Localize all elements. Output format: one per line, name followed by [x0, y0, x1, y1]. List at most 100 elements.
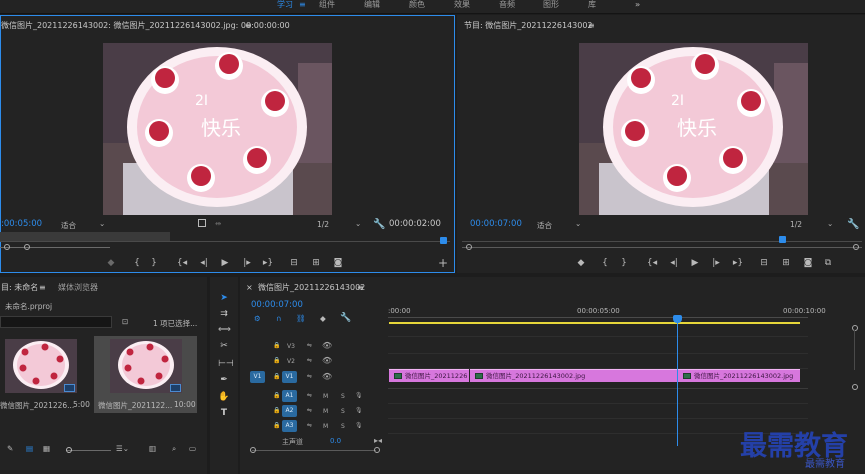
project-tab[interactable]: 目: 未命名 [1, 283, 38, 293]
track-lock-icon[interactable]: 🔒 [273, 342, 280, 349]
timeline-clip-1[interactable]: 微信图片_20211226 [389, 369, 469, 382]
selection-tool-icon[interactable]: ➤ [218, 292, 230, 304]
track-name-v3[interactable]: V3 [287, 343, 295, 350]
program-resolution-chevron-icon[interactable]: ⌄ [827, 219, 833, 228]
project-item-1-name[interactable]: 微信图片_2021226... [0, 400, 74, 411]
track-eye-icon[interactable]: 👁 [322, 372, 332, 381]
work-area-bar[interactable] [389, 322, 800, 324]
track-lock-icon[interactable]: 🔒 [273, 422, 280, 429]
slip-tool-icon[interactable]: ⊢⊣ [218, 358, 234, 370]
source-go-to-in-icon[interactable]: {◂ [176, 258, 188, 268]
automate-to-sequence-icon[interactable]: ▥ [149, 444, 156, 453]
linked-selection-icon[interactable]: ⛓ [296, 314, 306, 323]
program-monitor-title[interactable]: 节目: 微信图片_20211226143002 [464, 21, 593, 31]
timeline-audio-vscroll-handle[interactable] [852, 384, 858, 390]
program-compare-icon[interactable]: ⧉ [822, 258, 834, 268]
source-add-button-icon[interactable]: + [437, 257, 449, 269]
workspace-menu-icon[interactable]: ≡ [299, 0, 306, 9]
source-resolution-dropdown[interactable]: 1/2 [317, 220, 329, 229]
timeline-vscroll-handle[interactable] [852, 325, 858, 331]
project-search-input[interactable] [0, 316, 112, 328]
ripple-edit-tool-icon[interactable]: ⟺ [218, 324, 231, 336]
media-browser-tab[interactable]: 媒体浏览器 [58, 283, 98, 293]
source-fit-dropdown[interactable]: 适合 [61, 220, 76, 231]
hand-tool-icon[interactable]: ✋ [218, 391, 230, 403]
program-playhead-timecode[interactable]: 00:00:07:00 [470, 219, 522, 229]
new-bin-from-search-icon[interactable]: ⊡ [122, 317, 128, 326]
timeline-clip-2[interactable]: 微信图片_20211226143002.jpg [470, 369, 677, 382]
timeline-settings-icon[interactable]: 🔧 [340, 313, 351, 323]
thumbnail-zoom-handle[interactable] [66, 447, 72, 453]
timeline-sequence-title[interactable]: 微信图片_20211226143002 [258, 283, 365, 293]
program-scroll-handle-right[interactable] [853, 244, 859, 250]
source-add-marker-icon[interactable]: ◆ [105, 258, 117, 268]
timeline-hscroll-track[interactable] [252, 450, 376, 451]
program-go-to-in-icon[interactable]: {◂ [646, 258, 658, 268]
program-mark-out-icon[interactable]: } [618, 258, 630, 268]
master-go-to-end-icon[interactable]: ▸◂ [374, 436, 382, 445]
master-volume-value[interactable]: 0.0 [330, 437, 341, 445]
timeline-playhead-handle[interactable] [673, 315, 682, 323]
source-patch-v1[interactable]: V1 [250, 371, 265, 383]
workspace-tab-libraries[interactable]: 库 [588, 0, 596, 9]
workspace-tab-graphics[interactable]: 图形 [543, 0, 559, 9]
source-wrench-icon[interactable]: 🔧 [373, 219, 385, 230]
track-solo-button[interactable]: S [341, 423, 345, 430]
source-mark-out-icon[interactable]: } [148, 258, 160, 268]
source-play-icon[interactable]: ▶ [219, 258, 231, 268]
timeline-hscroll-handle-right[interactable] [374, 447, 380, 453]
nest-toggle-icon[interactable]: ⚙ [254, 314, 261, 323]
program-resolution-dropdown[interactable]: 1/2 [790, 220, 802, 229]
project-lock-icon[interactable]: ✎ [7, 444, 13, 453]
program-step-back-icon[interactable]: ◂| [668, 258, 680, 268]
source-insert-icon[interactable]: ⇹ [215, 219, 221, 228]
timeline-close-icon[interactable]: × [246, 283, 253, 293]
program-add-marker-icon[interactable]: ◆ [575, 258, 587, 268]
project-panel-menu-icon[interactable]: ≡ [39, 283, 46, 293]
track-name-v2[interactable]: V2 [287, 358, 295, 365]
program-mark-in-icon[interactable]: { [599, 258, 611, 268]
program-play-icon[interactable]: ▶ [689, 258, 701, 268]
timeline-hscroll-handle-left[interactable] [250, 447, 256, 453]
track-mic-icon[interactable]: 🎙 [355, 392, 363, 399]
source-mark-in-icon[interactable]: { [131, 258, 143, 268]
source-playhead-marker[interactable] [440, 237, 447, 244]
source-go-to-out-icon[interactable]: ▸} [262, 258, 274, 268]
track-eye-icon[interactable]: 👁 [322, 356, 332, 365]
program-fit-chevron-icon[interactable]: ⌄ [575, 219, 581, 228]
source-resolution-chevron-icon[interactable]: ⌄ [355, 219, 361, 228]
pen-tool-icon[interactable]: ✒ [218, 374, 230, 386]
program-export-frame-icon[interactable]: ◙ [802, 258, 814, 268]
icon-view-icon[interactable]: ▦ [43, 444, 50, 453]
track-name-v1[interactable]: V1 [282, 371, 297, 383]
source-scroll-handle-left[interactable] [4, 244, 10, 250]
track-name-a1[interactable]: A1 [282, 390, 297, 402]
workspace-tab-color[interactable]: 颜色 [409, 0, 425, 9]
track-mute-button[interactable]: M [323, 423, 328, 430]
source-export-frame-icon[interactable]: ◙ [332, 258, 344, 268]
workspace-tab-editing[interactable]: 编辑 [364, 0, 380, 9]
list-view-icon[interactable]: ▤ [26, 444, 33, 453]
source-overwrite-button-icon[interactable]: ⊞ [310, 258, 322, 268]
track-lock-icon[interactable]: 🔒 [273, 392, 280, 399]
source-settings-icon[interactable] [198, 219, 206, 227]
track-sync-icon[interactable]: ⇋ [307, 407, 312, 414]
workspace-tab-effects[interactable]: 效果 [454, 0, 470, 9]
track-mic-icon[interactable]: 🎙 [355, 422, 363, 429]
track-select-tool-icon[interactable]: ⇉ [218, 308, 230, 320]
track-eye-icon[interactable]: 👁 [322, 341, 332, 350]
track-mute-button[interactable]: M [323, 408, 328, 415]
find-icon[interactable]: ⌕ [172, 444, 176, 454]
program-step-forward-icon[interactable]: |▸ [710, 258, 722, 268]
timeline-playhead-timecode[interactable]: 00:00:07:00 [251, 300, 303, 310]
new-bin-icon[interactable]: ▭ [189, 444, 196, 453]
program-go-to-out-icon[interactable]: ▸} [732, 258, 744, 268]
program-wrench-icon[interactable]: 🔧 [847, 219, 859, 230]
program-panel-menu-icon[interactable]: ≡ [588, 21, 595, 31]
track-sync-icon[interactable]: ⇋ [307, 422, 312, 429]
track-sync-icon[interactable]: ⇋ [307, 373, 312, 380]
track-lock-icon[interactable]: 🔒 [273, 373, 280, 380]
snap-icon[interactable]: ∩ [276, 314, 282, 323]
source-panel-menu-icon[interactable]: ≡ [245, 21, 252, 31]
track-solo-button[interactable]: S [341, 408, 345, 415]
